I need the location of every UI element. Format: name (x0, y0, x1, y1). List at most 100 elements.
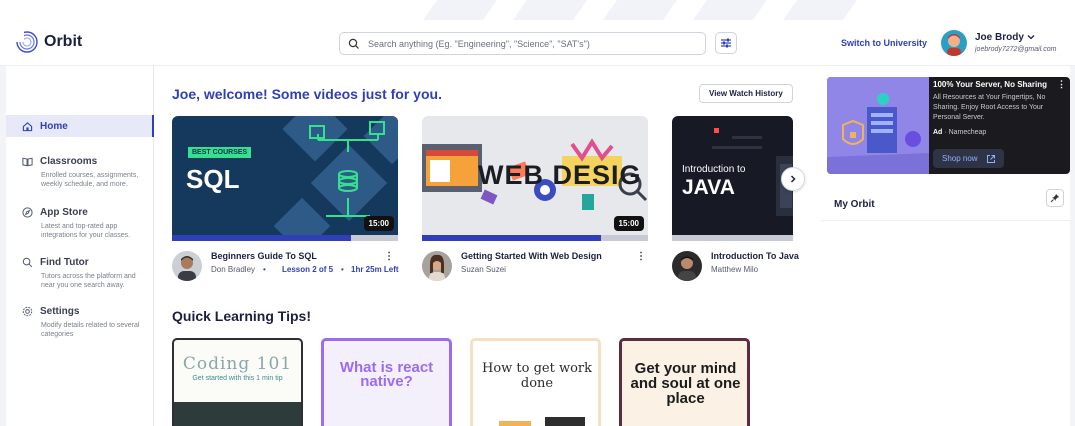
pin-button[interactable] (1046, 189, 1064, 207)
tip-title: Get your mind and soul at one place (630, 360, 741, 407)
video-author: Don Bradley (211, 265, 256, 274)
author-avatar-image (672, 251, 702, 281)
video-card-sql[interactable]: BEST COURSES SQL 15:00 Beginners Guide T… (172, 116, 404, 289)
video-title[interactable]: Introduction To Java (711, 251, 799, 261)
welcome-heading: Joe, welcome! Some videos just for you. (172, 86, 442, 102)
video-title[interactable]: Getting Started With Web Design (461, 251, 602, 261)
sidebar-item-app-store[interactable]: App Store Latest and top-rated app integ… (6, 205, 154, 240)
my-orbit-heading: My Orbit (834, 199, 875, 210)
tip-subtitle: Get started with this 1 min tip (192, 375, 283, 382)
laptop-illustration (499, 417, 585, 426)
chevron-down-icon[interactable] (1026, 32, 1036, 42)
video-title[interactable]: Beginners Guide To SQL (211, 251, 317, 261)
ad-banner[interactable]: 100% Your Server, No Sharing All Resourc… (827, 77, 1070, 174)
video-card-java[interactable]: Introduction to JAVA Introduction To Jav… (672, 116, 812, 289)
tip-title: What is react native? (339, 359, 434, 390)
watch-progress-bar (422, 235, 648, 241)
tip-footer-band (174, 402, 301, 426)
sidebar-item-home[interactable]: Home (6, 115, 154, 137)
user-name[interactable]: Joe Brody (975, 32, 1024, 43)
thumbnail-badge: BEST COURSES (188, 147, 252, 158)
tips-heading: Quick Learning Tips! (172, 308, 311, 324)
app-name: Orbit (44, 33, 83, 50)
video-lesson: Lesson 2 of 5 (282, 265, 334, 274)
author-avatar (172, 251, 202, 281)
video-meta: Beginners Guide To SQL Don Bradley • Les… (172, 249, 404, 289)
compass-icon (22, 206, 33, 218)
orbit-logo[interactable]: Orbit (16, 31, 82, 53)
watch-progress-fill (422, 235, 601, 241)
video-author: Matthew Milo (711, 265, 759, 274)
sidebar-item-classrooms[interactable]: Classrooms Enrolled courses, assignments… (6, 154, 154, 189)
video-thumbnail[interactable]: BEST COURSES SQL 15:00 (172, 116, 398, 241)
filter-button[interactable] (715, 32, 737, 54)
book-icon (22, 157, 33, 166)
search-icon (22, 257, 33, 267)
tip-card-react-native[interactable]: What is react native? (321, 338, 452, 426)
meta-separator: • (263, 265, 266, 274)
sidebar-item-find-tutor[interactable]: Find Tutor Tutors across the platform an… (6, 255, 154, 290)
author-avatar (672, 251, 702, 281)
search-icon (348, 38, 359, 49)
search-input[interactable] (368, 38, 688, 49)
search-bar[interactable] (339, 32, 706, 55)
thumbnail-title: JAVA (682, 176, 735, 199)
meta-separator: • (341, 265, 344, 274)
right-panel: 100% Your Server, No Sharing All Resourc… (820, 66, 1070, 426)
sidebar-item-label: Classrooms (40, 155, 98, 167)
ad-options-icon[interactable]: ⋮ (1057, 79, 1066, 90)
video-time-left: 1hr 25m Left (351, 265, 399, 274)
sidebar-item-description: Modify details related to several catego… (41, 322, 140, 338)
user-email: joebrody7272@gmail.com (975, 46, 1057, 53)
ad-advertiser: · Namecheap (944, 129, 987, 136)
sidebar-item-description: Latest and top-rated app integrations fo… (41, 223, 131, 239)
sidebar-item-description: Tutors across the platform and near you … (41, 273, 136, 289)
video-thumbnail[interactable]: Introduction to JAVA (672, 116, 793, 241)
carousel-next-button[interactable] (781, 167, 805, 191)
header-decoration (512, 0, 588, 20)
author-avatar (422, 251, 452, 281)
panel-divider (820, 220, 1070, 221)
more-options-icon[interactable]: ⋮ (636, 251, 646, 262)
ad-body: All Resources at Your Fingertips, No Sha… (933, 94, 1046, 121)
ad-button-label: Shop now (942, 154, 978, 163)
switch-to-university-link[interactable]: Switch to University (841, 38, 927, 48)
header-decoration (602, 0, 678, 20)
video-thumbnail[interactable]: WEB DESIG 15:00 (422, 116, 648, 241)
sidebar-item-settings[interactable]: Settings Modify details related to sever… (6, 304, 154, 339)
tip-card-coding[interactable]: Coding 101 Get started with this 1 min t… (172, 338, 303, 426)
user-avatar[interactable] (941, 30, 967, 56)
orbit-logo-icon (16, 31, 38, 53)
watch-progress-fill (172, 235, 351, 241)
sidebar-item-description: Enrolled courses, assignments, weekly sc… (41, 172, 139, 188)
watch-progress-bar (172, 235, 398, 241)
sidebar-item-label: Home (40, 120, 68, 132)
watch-progress-bar (672, 235, 793, 241)
thumbnail-subtitle: Introduction to (682, 164, 746, 175)
home-icon (22, 121, 33, 131)
video-meta: Getting Started With Web Design Suzan Su… (422, 249, 648, 289)
app-window: Orbit Switch to University (0, 0, 1075, 426)
sliders-icon (721, 38, 731, 48)
ad-shop-now-button[interactable]: Shop now (933, 149, 1004, 168)
author-avatar-image (172, 251, 202, 281)
main-content: Joe, welcome! Some videos just for you. … (154, 66, 820, 426)
view-watch-history-button[interactable]: View Watch History (699, 84, 793, 103)
tip-card-mind-soul[interactable]: Get your mind and soul at one place (619, 338, 750, 426)
thumbnail-title: SQL (186, 164, 240, 194)
sidebar: Home Classrooms Enrolled courses, assign… (6, 66, 154, 426)
video-meta: Introduction To Java Matthew Milo (672, 249, 812, 289)
ad-title: 100% Your Server, No Sharing (933, 80, 1047, 89)
tip-title: How to get work done (481, 361, 593, 391)
thumbnail-title: WEB DESIG (478, 160, 642, 190)
tip-card-work[interactable]: How to get work done (470, 338, 601, 426)
header-decoration (422, 0, 498, 20)
sidebar-item-label: App Store (40, 206, 88, 218)
pin-icon (1050, 194, 1059, 203)
video-card-web-design[interactable]: WEB DESIG 15:00 Getting Started With Web… (422, 116, 648, 289)
tip-title: Coding 101 (182, 354, 293, 374)
ad-label: Ad · Namecheap (933, 129, 986, 136)
video-duration: 15:00 (613, 216, 644, 231)
more-options-icon[interactable]: ⋮ (384, 251, 394, 262)
video-duration: 15:00 (363, 216, 394, 231)
